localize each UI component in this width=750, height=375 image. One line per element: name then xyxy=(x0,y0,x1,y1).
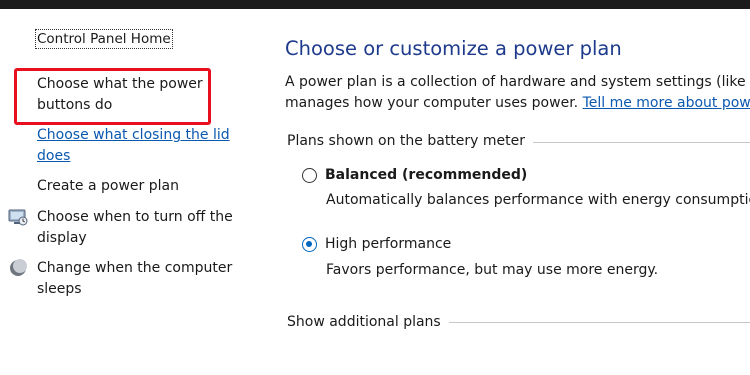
display-icon xyxy=(8,209,28,226)
main-panel: Choose or customize a power plan A power… xyxy=(262,9,750,375)
description-line-2: manages how your computer uses power. Te… xyxy=(285,93,750,114)
moon-icon xyxy=(10,259,27,276)
plan-high-performance-option[interactable]: High performance xyxy=(302,236,451,252)
plan-high-performance-name: High performance xyxy=(325,236,452,252)
sidebar-item-create-power-plan[interactable]: Create a power plan xyxy=(37,176,252,197)
sidebar-item-computer-sleeps[interactable]: Change when the computer sleeps xyxy=(37,258,252,300)
description-line-2-text: manages how your computer uses power. xyxy=(285,95,579,111)
show-additional-plans[interactable]: Show additional plans xyxy=(287,314,449,330)
sidebar-item-turn-off-display[interactable]: Choose when to turn off the display xyxy=(37,207,252,249)
sidebar-item-closing-lid[interactable]: Choose what closing the lid does xyxy=(37,125,252,167)
group-label: Plans shown on the battery meter xyxy=(287,133,534,149)
sidebar-item-power-buttons[interactable]: Choose what the power buttons do xyxy=(37,74,252,116)
description-line-1: A power plan is a collection of hardware… xyxy=(285,74,750,90)
plan-high-performance-description: Favors performance, but may use more ene… xyxy=(326,262,659,278)
tell-me-more-link[interactable]: Tell me more about power xyxy=(583,95,750,111)
radio-high-performance[interactable] xyxy=(302,236,317,252)
description: A power plan is a collection of hardware… xyxy=(285,72,750,114)
page-title: Choose or customize a power plan xyxy=(285,37,622,60)
title-bar xyxy=(0,0,750,9)
control-panel-home-link[interactable]: Control Panel Home xyxy=(35,29,173,49)
plan-balanced-description: Automatically balances performance with … xyxy=(326,192,750,208)
radio-balanced[interactable] xyxy=(302,167,317,183)
plan-balanced-name: Balanced (recommended) xyxy=(325,167,528,183)
sidebar: Control Panel Home Choose what the power… xyxy=(0,9,262,375)
plan-balanced-option[interactable]: Balanced (recommended) xyxy=(302,167,527,183)
